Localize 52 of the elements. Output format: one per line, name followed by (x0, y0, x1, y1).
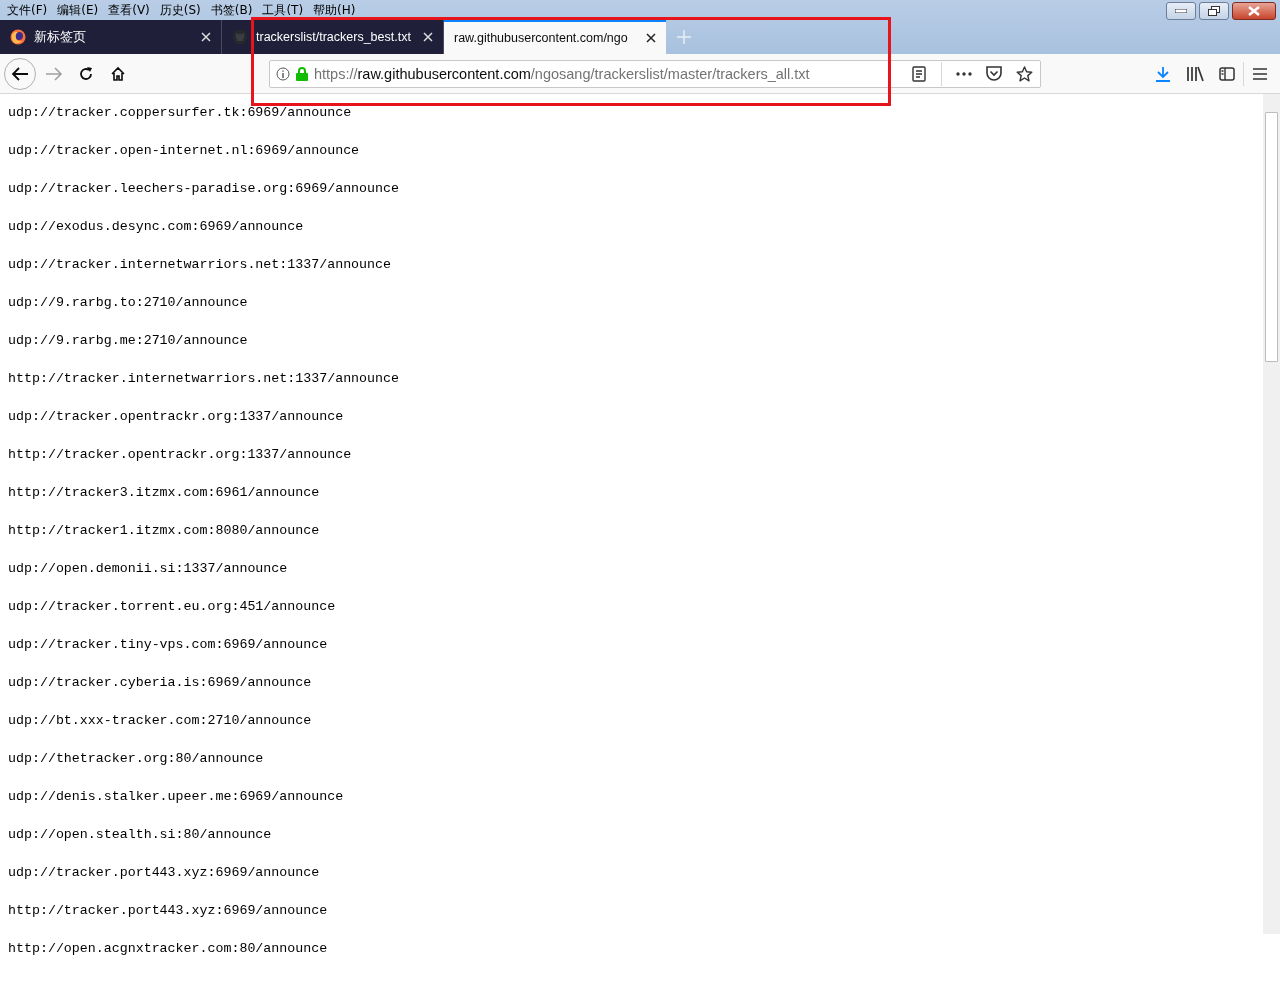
tracker-url: udp://tracker.tiny-vps.com:6969/announce (8, 637, 328, 653)
fox-logo-icon (10, 29, 26, 45)
tracker-url: http://tracker.port443.xyz:6969/announce (8, 903, 328, 919)
tracker-url: udp://tracker.cyberia.is:6969/announce (8, 675, 312, 691)
forward-arrow-icon (45, 65, 63, 82)
minimize-button[interactable] (1166, 2, 1196, 20)
tracker-url: http://tracker.internetwarriors.net:1337/announce (8, 371, 399, 387)
reload-icon (78, 65, 94, 82)
tracker-url: http://open.acgnxtracker.com:80/announce (8, 941, 328, 957)
info-icon[interactable] (276, 66, 290, 81)
menu-item[interactable]: 书签(B) (205, 0, 258, 20)
restore-icon (1208, 6, 1220, 16)
browser-tab[interactable]: trackerslist/trackers_best.txt (222, 20, 444, 54)
menu-item[interactable]: 查看(V) (103, 0, 155, 20)
tracker-url: udp://tracker.coppersurfer.tk:6969/announce (8, 105, 352, 121)
tracker-url: udp://open.stealth.si:80/announce (8, 827, 272, 843)
address-bar[interactable]: https://raw.githubusercontent.com/ngosang/trackerslist/master/trackers_all.txt (269, 59, 1041, 88)
tracker-url: udp://denis.stalker.upeer.me:6969/announce (8, 789, 344, 805)
browser-tab[interactable]: raw.githubusercontent.com/ngo (444, 20, 666, 54)
tracker-url: udp://thetracker.org:80/announce (8, 751, 264, 767)
tracker-url: http://tracker3.itzmx.com:6961/announce (8, 485, 320, 501)
menu-item[interactable]: 帮助(H) (308, 0, 361, 20)
tracker-url: udp://tracker.opentrackr.org:1337/announce (8, 409, 344, 425)
lock-icon (296, 66, 308, 81)
restore-button[interactable] (1199, 2, 1229, 20)
tracker-url: udp://tracker.open-internet.nl:6969/announce (8, 143, 360, 159)
minimize-icon (1175, 9, 1187, 13)
tracker-url: udp://exodus.desync.com:6969/announce (8, 219, 304, 235)
tracker-url: http://tracker.opentrackr.org:1337/announce (8, 447, 352, 463)
tracker-url: udp://tracker.torrent.eu.org:451/announce (8, 599, 336, 615)
close-tab-icon[interactable] (646, 33, 656, 43)
tracker-url: udp://tracker.leechers-paradise.org:6969/announce (8, 181, 399, 197)
tracker-url: http://tracker1.itzmx.com:8080/announce (8, 523, 320, 539)
scroll-thumb[interactable] (1265, 112, 1278, 362)
home-icon (110, 65, 126, 82)
menu-item[interactable]: 编辑(E) (52, 0, 104, 20)
menu-item[interactable]: 历史(S) (154, 0, 206, 20)
url-text: https://raw.githubusercontent.com/ngosang/trackerslist/master/trackers_all.txt (314, 65, 811, 82)
tracker-url: udp://9.rarbg.to:2710/announce (8, 295, 248, 311)
tracker-url: udp://open.demonii.si:1337/announce (8, 561, 288, 577)
tracker-url: udp://9.rarbg.me:2710/announce (8, 333, 248, 349)
pocket-icon[interactable] (986, 66, 1002, 81)
browser-tab[interactable]: 新标签页 (0, 20, 222, 54)
menu-item[interactable]: 工具(T) (257, 0, 309, 20)
scrollbar[interactable] (1263, 94, 1280, 934)
tracker-url: udp://tracker.internetwarriors.net:1337/announce (8, 257, 391, 273)
close-button[interactable] (1232, 2, 1276, 20)
tracker-url: udp://bt.xxx-tracker.com:2710/announce (8, 713, 312, 729)
menu-item[interactable]: 文件(F) (2, 0, 53, 20)
back-arrow-icon (11, 65, 29, 82)
tracker-url: udp://tracker.port443.xyz:6969/announce (8, 865, 320, 881)
close-icon (1248, 6, 1260, 16)
